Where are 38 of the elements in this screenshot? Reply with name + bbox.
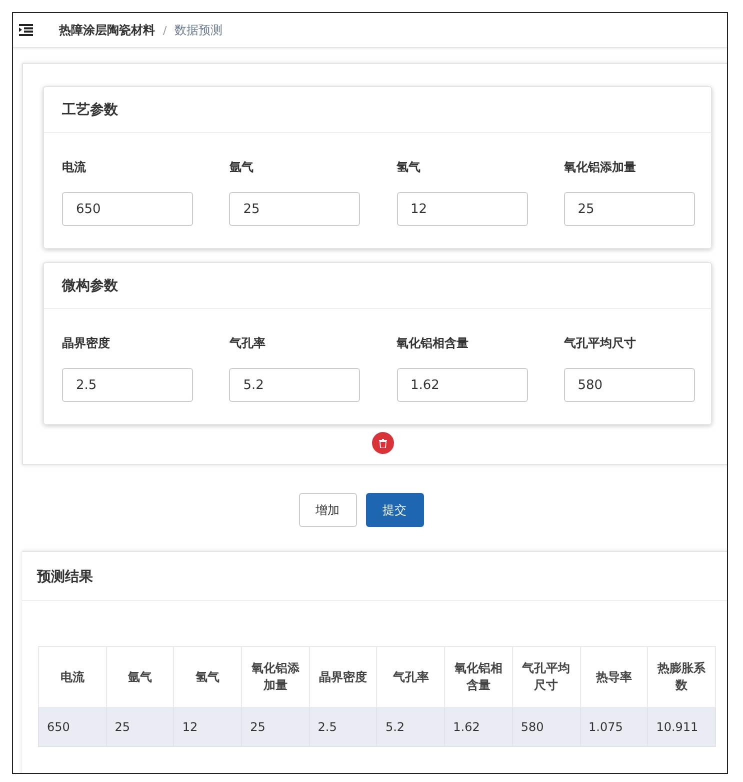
field-label: 气孔平均尺寸 xyxy=(564,335,637,352)
input-field[interactable]: 25 xyxy=(229,192,360,226)
field-label: 氧化铝相含量 xyxy=(396,335,470,352)
field-label: 氩气 xyxy=(229,159,254,176)
column-header: 电流 xyxy=(38,646,106,708)
field-label: 气孔率 xyxy=(229,335,266,352)
table-cell: 1.62 xyxy=(444,708,512,746)
table-cell: 10.911 xyxy=(648,708,716,746)
result-title: 预测结果 xyxy=(22,552,727,601)
field-label: 氧化铝添加量 xyxy=(564,159,637,176)
table-cell: 12 xyxy=(174,708,242,746)
breadcrumb-item: 数据预测 xyxy=(174,22,223,38)
input-field[interactable]: 2.5 xyxy=(62,368,193,402)
table-cell: 2.5 xyxy=(309,708,377,746)
breadcrumb-separator: / xyxy=(163,24,167,36)
breadcrumb-item[interactable]: 热障涂层陶瓷材料 xyxy=(59,22,155,38)
table-cell: 25 xyxy=(242,708,310,746)
input-field[interactable]: 580 xyxy=(564,368,695,402)
table-cell: 580 xyxy=(512,708,580,746)
menu-icon[interactable] xyxy=(19,24,33,36)
field-label: 氢气 xyxy=(396,159,422,176)
input-field[interactable]: 650 xyxy=(62,192,193,226)
submit-button[interactable]: 提交 xyxy=(366,493,424,527)
card-title: 工艺参数 xyxy=(44,87,711,133)
input-field[interactable]: 5.2 xyxy=(229,368,360,402)
table-cell: 25 xyxy=(106,708,174,746)
input-field[interactable]: 1.62 xyxy=(396,368,528,402)
add-button[interactable]: 增加 xyxy=(298,493,356,527)
table-cell: 1.075 xyxy=(580,708,648,746)
input-field[interactable]: 12 xyxy=(396,192,528,226)
table-cell: 650 xyxy=(38,708,106,746)
delete-button[interactable] xyxy=(372,432,394,454)
input-field[interactable]: 25 xyxy=(564,192,695,226)
trash-icon xyxy=(378,438,386,448)
card-title: 微构参数 xyxy=(44,263,711,309)
field-label: 电流 xyxy=(62,159,87,176)
table-cell: 5.2 xyxy=(376,708,445,746)
field-label: 晶界密度 xyxy=(62,335,111,352)
